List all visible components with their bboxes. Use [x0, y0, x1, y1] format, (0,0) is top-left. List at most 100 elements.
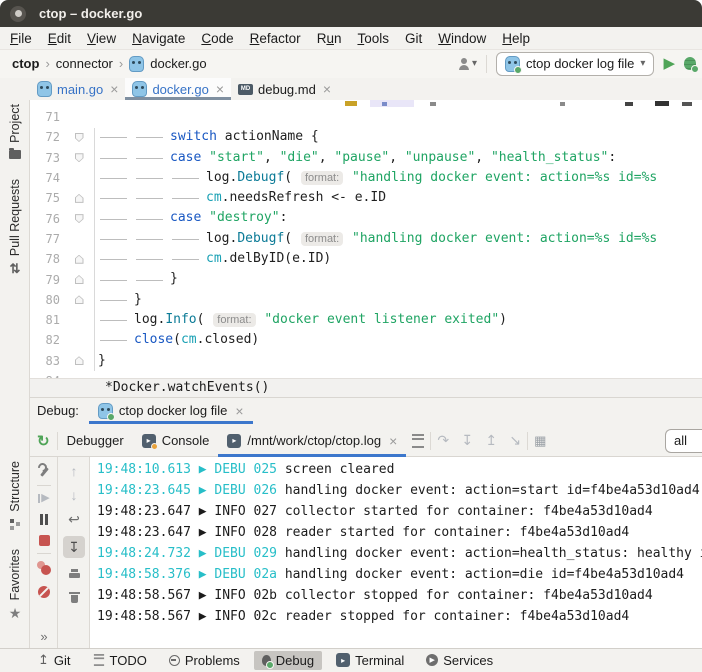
rerun-tail-icon[interactable]: ↷: [431, 432, 455, 449]
statusbar-item-todo[interactable]: TODO: [85, 651, 155, 670]
mute-breakpoints-icon[interactable]: [38, 586, 50, 598]
navigation-bar: ctop›connector›docker.go ▾ ctop docker l…: [0, 49, 702, 78]
view-breakpoints-icon[interactable]: [37, 561, 52, 576]
debug-tab-console[interactable]: ▸Console: [133, 424, 219, 457]
line-number: 79: [30, 273, 60, 287]
close-icon[interactable]: ×: [235, 406, 243, 416]
table-view-icon[interactable]: ▦: [528, 433, 552, 449]
statusbar-item-git[interactable]: ↥Git: [30, 650, 79, 670]
enclosing-method-label: *Docker.watchEvents(): [105, 380, 269, 395]
debug-button[interactable]: [684, 57, 696, 70]
fold-marker-icon[interactable]: [75, 153, 84, 162]
menu-item-window[interactable]: Window: [430, 31, 494, 46]
statusbar-item-debug[interactable]: Debug: [254, 651, 322, 670]
gutter-fold-column: [60, 194, 98, 203]
settings-wrench-icon[interactable]: [37, 464, 51, 478]
menu-item-git[interactable]: Git: [397, 31, 430, 46]
up-stack-trace-icon[interactable]: ↑: [71, 464, 78, 478]
menu-item-file[interactable]: File: [2, 31, 40, 46]
debug-toolbar: ↻ Debugger▸Console▸/mnt/work/ctop/ctop.l…: [30, 424, 702, 457]
log-filter-select[interactable]: all: [665, 429, 702, 453]
pause-icon[interactable]: [40, 514, 48, 525]
log-row: 19:48:23.647 ▶ INFO 028 reader started f…: [97, 522, 702, 543]
breadcrumb-item-ctop[interactable]: ctop: [12, 56, 39, 71]
tab-whitespace-mark: [134, 188, 170, 208]
tool-window-button-label: Project: [8, 104, 22, 143]
fold-marker-icon[interactable]: [75, 275, 84, 284]
debug-session-tab[interactable]: ctop docker log file ×: [89, 397, 253, 424]
scroll-to-bottom-icon[interactable]: ↧: [455, 432, 479, 449]
go-file-icon: [132, 81, 147, 97]
scroll-to-top-icon[interactable]: ↥: [479, 432, 503, 449]
tab-whitespace-mark: [134, 168, 170, 188]
breadcrumb-item-connector[interactable]: connector: [56, 56, 113, 71]
debug-tab-label: Console: [162, 433, 210, 448]
menu-item-navigate[interactable]: Navigate: [124, 31, 193, 46]
code-with-me-icon[interactable]: ▾: [457, 57, 477, 71]
tool-window-button-project[interactable]: Project: [8, 104, 22, 159]
tool-window-button-favorites[interactable]: Favorites★: [8, 549, 22, 622]
log-row: 19:48:23.647 ▶ INFO 027 collector starte…: [97, 501, 702, 522]
stop-icon[interactable]: [39, 535, 50, 546]
gutter-fold-column: [60, 153, 98, 162]
tab-whitespace-mark: [134, 127, 170, 147]
fold-marker-icon[interactable]: [75, 255, 84, 264]
more-actions-icon[interactable]: »: [40, 629, 47, 644]
down-stack-trace-icon[interactable]: ↓: [71, 488, 78, 502]
parameter-hint-inlay: format:: [301, 232, 343, 246]
fold-marker-icon[interactable]: [75, 133, 84, 142]
editor-tab-debug-md[interactable]: MDdebug.md×: [231, 78, 338, 100]
scroll-to-end-icon[interactable]: ↧: [63, 536, 85, 558]
print-icon[interactable]: [68, 568, 81, 581]
console-icon: ▸: [227, 434, 241, 448]
tab-whitespace-mark: [98, 330, 134, 350]
plain-token: actionName {: [217, 127, 319, 147]
debug-tab-debugger[interactable]: Debugger: [58, 424, 133, 457]
breadcrumb-item-docker-go[interactable]: docker.go: [150, 56, 206, 71]
log-row: 19:48:23.645 ▶ DEBU 026 handling docker …: [97, 480, 702, 501]
log-row-prefix: 19:48:58.567 ▶ INFO 02c: [97, 609, 285, 624]
options-menu-icon[interactable]: [412, 434, 424, 448]
log-console[interactable]: 19:48:10.613 ▶ DEBU 025 screen cleared19…: [90, 457, 702, 648]
fold-marker-icon[interactable]: [75, 356, 84, 365]
tool-window-button-structure[interactable]: Structure: [8, 461, 22, 529]
close-icon[interactable]: ×: [110, 84, 118, 94]
statusbar-item-problems[interactable]: Problems: [161, 651, 248, 670]
editor-tab-docker-go[interactable]: docker.go×: [125, 78, 231, 100]
code-line: 75cm.needsRefresh <- e.ID: [30, 188, 702, 208]
code-editor[interactable]: 7172switch actionName {73case "start", "…: [30, 100, 702, 378]
close-icon[interactable]: ×: [389, 436, 397, 446]
string-token: "unpause": [405, 148, 475, 168]
divider: [37, 485, 51, 486]
folder-icon: [9, 148, 21, 159]
close-icon[interactable]: ×: [323, 84, 331, 94]
clear-console-icon[interactable]: [69, 591, 80, 604]
menu-item-run[interactable]: Run: [309, 31, 350, 46]
soft-wrap-icon[interactable]: ↩: [68, 512, 80, 526]
menu-item-refactor[interactable]: Refactor: [242, 31, 309, 46]
log-row-prefix: 19:48:23.645 ▶ DEBU 026: [97, 483, 285, 498]
fold-marker-icon[interactable]: [75, 214, 84, 223]
run-configuration-select[interactable]: ctop docker log file ▾: [496, 52, 654, 76]
tab-whitespace-mark: [98, 290, 134, 310]
run-button[interactable]: ▶: [663, 56, 675, 71]
close-icon[interactable]: ×: [216, 84, 224, 94]
fold-marker-icon[interactable]: [75, 295, 84, 304]
menu-item-tools[interactable]: Tools: [349, 31, 397, 46]
resume-icon[interactable]: ▶: [38, 493, 49, 504]
window-close-button[interactable]: [10, 6, 26, 22]
debug-tab--mnt-work-ctop-ctop-log[interactable]: ▸/mnt/work/ctop/ctop.log×: [218, 424, 406, 457]
menu-item-edit[interactable]: Edit: [40, 31, 79, 46]
menu-item-help[interactable]: Help: [494, 31, 538, 46]
statusbar-item-services[interactable]: ▶Services: [418, 651, 501, 670]
editor-tab-main-go[interactable]: main.go×: [30, 78, 125, 100]
tool-window-button-pull-requests[interactable]: Pull Requests⇅: [8, 179, 22, 277]
menu-item-view[interactable]: View: [79, 31, 124, 46]
menu-item-code[interactable]: Code: [193, 31, 241, 46]
code-text: }: [98, 351, 106, 371]
statusbar-item-terminal[interactable]: ▸Terminal: [328, 651, 412, 670]
rerun-icon[interactable]: ↻: [37, 432, 50, 450]
fold-marker-icon[interactable]: [75, 194, 84, 203]
navigate-with-caret-icon[interactable]: ↘: [503, 432, 527, 449]
log-row-prefix: 19:48:58.567 ▶ INFO 02b: [97, 588, 285, 603]
